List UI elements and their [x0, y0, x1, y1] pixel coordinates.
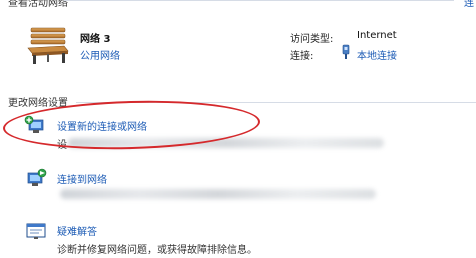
network-type-link[interactable]: 公用网络: [80, 47, 120, 62]
connect-to-network-link[interactable]: 连接到网络: [57, 171, 107, 186]
bench-icon: [26, 26, 70, 66]
connections-label: 连接:: [290, 51, 314, 62]
access-type-label: 访问类型:: [290, 34, 334, 45]
network-adapter-icon: [341, 44, 351, 60]
troubleshoot-link[interactable]: 疑难解答: [57, 223, 97, 238]
blurred-description: [60, 189, 376, 199]
section-divider: [64, 0, 454, 1]
troubleshoot-desc: 诊断并修复网络问题，或获得故障排除信息。: [57, 245, 257, 256]
access-type-value: Internet: [357, 30, 397, 41]
network-name: 网络 3: [80, 34, 111, 45]
top-right-link[interactable]: 连: [464, 0, 474, 9]
connect-network-icon: [24, 168, 48, 188]
active-networks-heading: 查看活动网络: [8, 0, 68, 9]
troubleshoot-icon: [24, 221, 48, 241]
local-connection-link[interactable]: 本地连接: [357, 47, 397, 62]
